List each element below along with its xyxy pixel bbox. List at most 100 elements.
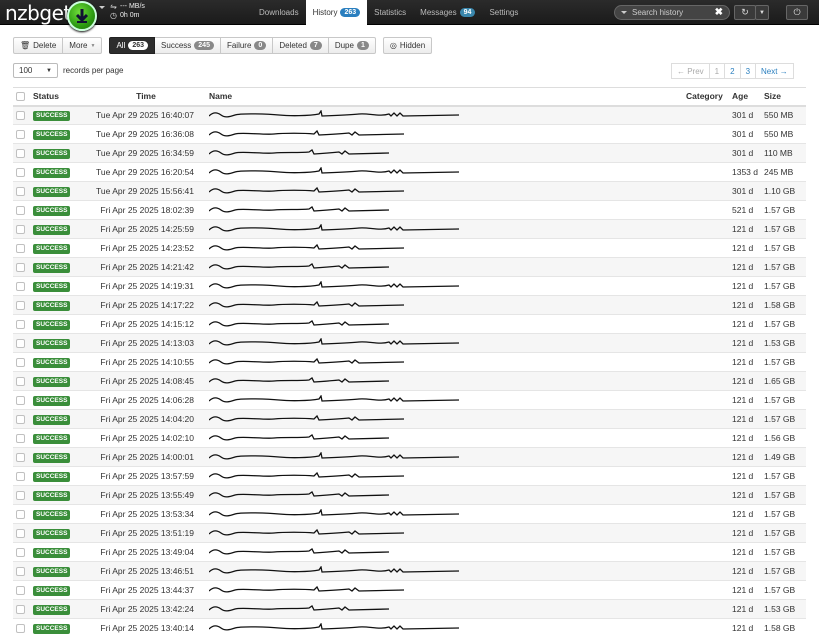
row-checkbox[interactable] bbox=[13, 295, 30, 315]
table-row[interactable]: SUCCESS Fri Apr 25 2025 13:51:19 121 d 1.57… bbox=[13, 523, 806, 543]
select-all-checkbox[interactable] bbox=[13, 87, 30, 107]
name-cell[interactable] bbox=[206, 181, 683, 201]
filter-dupe-button[interactable]: Dupe 1 bbox=[328, 37, 376, 54]
name-cell[interactable] bbox=[206, 580, 683, 600]
page-button[interactable]: 3 bbox=[739, 63, 757, 79]
table-row[interactable]: SUCCESS Fri Apr 25 2025 13:49:04 121 d 1.57… bbox=[13, 542, 806, 562]
filter-deleted-button[interactable]: Deleted 7 bbox=[273, 37, 329, 54]
row-checkbox[interactable] bbox=[13, 542, 30, 562]
col-time[interactable]: Time bbox=[86, 87, 206, 107]
col-age[interactable]: Age bbox=[729, 87, 761, 107]
row-checkbox[interactable] bbox=[13, 428, 30, 448]
name-cell[interactable] bbox=[206, 105, 683, 125]
name-cell[interactable] bbox=[206, 466, 683, 486]
row-checkbox[interactable] bbox=[13, 105, 30, 125]
refresh-options-button[interactable]: ▼ bbox=[755, 5, 769, 20]
col-category[interactable]: Category bbox=[683, 87, 729, 107]
name-cell[interactable] bbox=[206, 200, 683, 220]
clear-search-icon[interactable]: ✖ bbox=[715, 7, 723, 18]
table-row[interactable]: SUCCESS Fri Apr 25 2025 13:44:37 121 d 1.57… bbox=[13, 580, 806, 600]
table-row[interactable]: SUCCESS Fri Apr 25 2025 14:06:28 121 d 1.57… bbox=[13, 390, 806, 410]
row-checkbox[interactable] bbox=[13, 466, 30, 486]
table-row[interactable]: SUCCESS Fri Apr 25 2025 13:53:34 121 d 1.57… bbox=[13, 504, 806, 524]
search-input[interactable]: Search history ✖ bbox=[614, 5, 730, 20]
row-checkbox[interactable] bbox=[13, 276, 30, 296]
page-button[interactable]: 1 bbox=[708, 63, 726, 79]
table-row[interactable]: SUCCESS Fri Apr 25 2025 14:08:45 121 d 1.65… bbox=[13, 371, 806, 391]
name-cell[interactable] bbox=[206, 390, 683, 410]
next-page-button[interactable]: Next → bbox=[755, 63, 794, 79]
table-row[interactable]: SUCCESS Fri Apr 25 2025 13:57:59 121 d 1.57… bbox=[13, 466, 806, 486]
name-cell[interactable] bbox=[206, 618, 683, 638]
nav-tab-downloads[interactable]: Downloads bbox=[252, 0, 306, 25]
table-row[interactable]: SUCCESS Fri Apr 25 2025 14:10:55 121 d 1.57… bbox=[13, 352, 806, 372]
table-row[interactable]: SUCCESS Fri Apr 25 2025 13:40:14 121 d 1.58… bbox=[13, 618, 806, 638]
nav-tab-statistics[interactable]: Statistics bbox=[367, 0, 413, 25]
row-checkbox[interactable] bbox=[13, 485, 30, 505]
more-button[interactable]: More ▼ bbox=[63, 37, 103, 54]
row-checkbox[interactable] bbox=[13, 200, 30, 220]
table-row[interactable]: SUCCESS Tue Apr 29 2025 16:36:08 301 d 550 … bbox=[13, 124, 806, 144]
row-checkbox[interactable] bbox=[13, 561, 30, 581]
row-checkbox[interactable] bbox=[13, 352, 30, 372]
table-row[interactable]: SUCCESS Fri Apr 25 2025 14:23:52 121 d 1.57… bbox=[13, 238, 806, 258]
table-row[interactable]: SUCCESS Fri Apr 25 2025 14:19:31 121 d 1.57… bbox=[13, 276, 806, 296]
table-row[interactable]: SUCCESS Tue Apr 29 2025 16:34:59 301 d 110 … bbox=[13, 143, 806, 163]
row-checkbox[interactable] bbox=[13, 333, 30, 353]
row-checkbox[interactable] bbox=[13, 143, 30, 163]
table-row[interactable]: SUCCESS Fri Apr 25 2025 14:17:22 121 d 1.58… bbox=[13, 295, 806, 315]
records-select[interactable]: 100 ▼ bbox=[13, 63, 58, 78]
search-dropdown-icon[interactable] bbox=[621, 11, 627, 14]
row-checkbox[interactable] bbox=[13, 162, 30, 182]
name-cell[interactable] bbox=[206, 523, 683, 543]
name-cell[interactable] bbox=[206, 485, 683, 505]
table-row[interactable]: SUCCESS Fri Apr 25 2025 14:15:12 121 d 1.57… bbox=[13, 314, 806, 334]
name-cell[interactable] bbox=[206, 447, 683, 467]
nav-tab-settings[interactable]: Settings bbox=[482, 0, 525, 25]
name-cell[interactable] bbox=[206, 295, 683, 315]
speed-indicator[interactable]: ⇋ --- MB/s ◷ 0h 0m bbox=[110, 2, 145, 20]
name-cell[interactable] bbox=[206, 504, 683, 524]
table-row[interactable]: SUCCESS Fri Apr 25 2025 14:02:10 121 d 1.56… bbox=[13, 428, 806, 448]
name-cell[interactable] bbox=[206, 276, 683, 296]
name-cell[interactable] bbox=[206, 561, 683, 581]
table-row[interactable]: SUCCESS Fri Apr 25 2025 14:04:20 121 d 1.57… bbox=[13, 409, 806, 429]
col-name[interactable]: Name bbox=[206, 87, 683, 107]
name-cell[interactable] bbox=[206, 599, 683, 619]
page-button[interactable]: 2 bbox=[724, 63, 741, 79]
download-toggle-icon[interactable] bbox=[67, 1, 97, 31]
col-size[interactable]: Size bbox=[761, 87, 806, 107]
name-cell[interactable] bbox=[206, 143, 683, 163]
name-cell[interactable] bbox=[206, 333, 683, 353]
name-cell[interactable] bbox=[206, 409, 683, 429]
row-checkbox[interactable] bbox=[13, 219, 30, 239]
name-cell[interactable] bbox=[206, 219, 683, 239]
delete-button[interactable]: 🗑 Delete bbox=[13, 37, 64, 54]
name-cell[interactable] bbox=[206, 352, 683, 372]
name-cell[interactable] bbox=[206, 257, 683, 277]
name-cell[interactable] bbox=[206, 371, 683, 391]
table-row[interactable]: SUCCESS Fri Apr 25 2025 13:46:51 121 d 1.57… bbox=[13, 561, 806, 581]
row-checkbox[interactable] bbox=[13, 580, 30, 600]
refresh-button[interactable]: ↻ bbox=[734, 5, 756, 20]
row-checkbox[interactable] bbox=[13, 257, 30, 277]
row-checkbox[interactable] bbox=[13, 314, 30, 334]
name-cell[interactable] bbox=[206, 124, 683, 144]
name-cell[interactable] bbox=[206, 162, 683, 182]
row-checkbox[interactable] bbox=[13, 447, 30, 467]
hidden-button[interactable]: ◎ Hidden bbox=[382, 37, 433, 54]
row-checkbox[interactable] bbox=[13, 618, 30, 638]
table-row[interactable]: SUCCESS Fri Apr 25 2025 14:13:03 121 d 1.53… bbox=[13, 333, 806, 353]
nav-tab-messages[interactable]: Messages 94 bbox=[413, 0, 482, 25]
name-cell[interactable] bbox=[206, 428, 683, 448]
logo[interactable]: nzbget bbox=[5, 1, 71, 25]
chevron-down-icon[interactable] bbox=[99, 6, 105, 9]
row-checkbox[interactable] bbox=[13, 124, 30, 144]
row-checkbox[interactable] bbox=[13, 599, 30, 619]
filter-all-button[interactable]: All 263 bbox=[109, 37, 156, 54]
power-button[interactable]: ⏻ bbox=[786, 5, 808, 20]
name-cell[interactable] bbox=[206, 542, 683, 562]
prev-page-button[interactable]: ← Prev bbox=[671, 63, 710, 79]
row-checkbox[interactable] bbox=[13, 181, 30, 201]
table-row[interactable]: SUCCESS Fri Apr 25 2025 14:25:59 121 d 1.57… bbox=[13, 219, 806, 239]
